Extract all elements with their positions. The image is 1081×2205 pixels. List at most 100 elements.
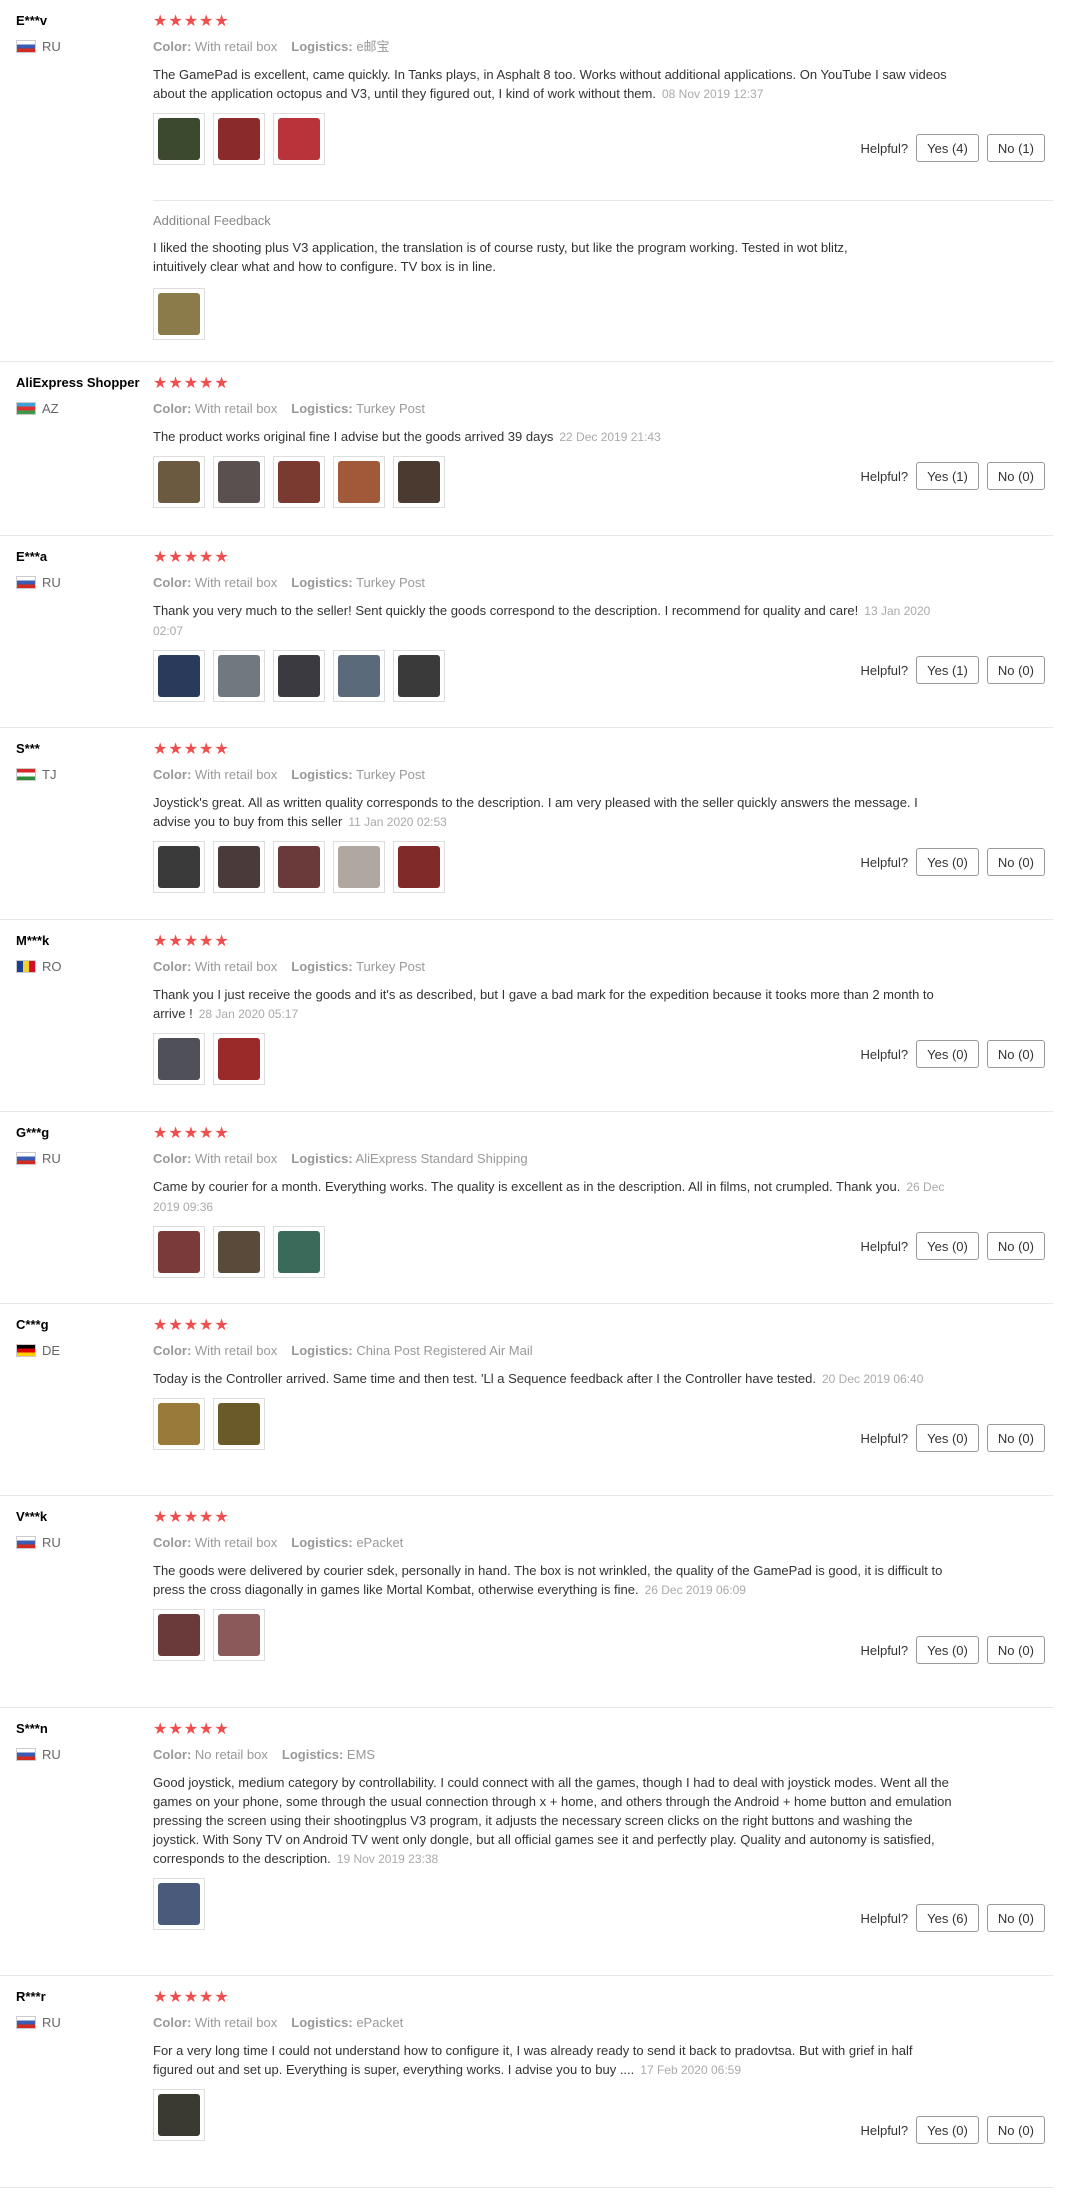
review-photo-thumbnail[interactable] (153, 1226, 205, 1278)
helpful-no-button[interactable]: No (0) (986, 1232, 1045, 1260)
country-flag-icon (16, 1344, 36, 1357)
helpful-yes-button[interactable]: Yes (0) (916, 1636, 979, 1664)
helpful-no-button[interactable]: No (0) (986, 1040, 1045, 1068)
color-label: Color: (153, 1535, 192, 1550)
review-photo-thumbnail[interactable] (393, 841, 445, 893)
helpful-no-button[interactable]: No (0) (986, 462, 1045, 490)
review-photo-thumbnail[interactable] (333, 841, 385, 893)
review-photo-thumbnail[interactable] (153, 841, 205, 893)
helpful-no-button[interactable]: No (0) (986, 656, 1045, 684)
review-photo-thumbnail[interactable] (213, 1609, 265, 1661)
review-photo-thumbnail[interactable] (333, 650, 385, 702)
helpful-no-button[interactable]: No (0) (986, 1424, 1045, 1452)
star-icon: ★ (168, 13, 184, 30)
helpful-yes-button[interactable]: Yes (6) (916, 1904, 979, 1932)
helpful-no-button[interactable]: No (1) (986, 134, 1045, 162)
logistics-value: Turkey Post (356, 767, 425, 782)
helpful-yes-button[interactable]: Yes (0) (916, 1424, 979, 1452)
helpful-yes-button[interactable]: Yes (0) (916, 1232, 979, 1260)
review-body: Joystick's great. All as written quality… (153, 795, 918, 829)
review-card: S*** TJ ★★★★★ Color: With retail box Logisti… (0, 728, 1053, 920)
star-icon: ★ (183, 13, 200, 30)
helpful-label: Helpful? (860, 854, 909, 870)
review-photo-thumbnail[interactable] (153, 1398, 205, 1450)
reviewer-country: RO (16, 959, 156, 974)
helpful-controls: Helpful? Yes (0) No (0) (860, 1040, 1045, 1068)
color-value: With retail box (194, 1151, 278, 1166)
review-content: ★★★★★ Color: No retail box Logistics: EMS G… (153, 1720, 1033, 1930)
star-icon: ★ (214, 1317, 230, 1334)
review-date: 08 Nov 2019 12:37 (661, 87, 764, 101)
review-photo-thumbnail[interactable] (153, 650, 205, 702)
helpful-no-button[interactable]: No (0) (986, 848, 1045, 876)
star-icon: ★ (183, 1509, 200, 1526)
reviewer-name: R***r (16, 1989, 46, 2004)
review-photo-thumbnail[interactable] (153, 1878, 205, 1930)
review-photo-thumbnail[interactable] (153, 2089, 205, 2141)
star-icon: ★ (153, 549, 169, 566)
review-body: The product works original fine I advise… (153, 429, 554, 444)
review-photo-thumbnail[interactable] (273, 456, 325, 508)
logistics-label: Logistics: (281, 1747, 344, 1762)
helpful-yes-button[interactable]: Yes (1) (916, 656, 979, 684)
review-photo-thumbnail[interactable] (273, 841, 325, 893)
review-photo-thumbnail[interactable] (393, 456, 445, 508)
review-date: 28 Jan 2020 05:17 (198, 1007, 299, 1021)
helpful-no-button[interactable]: No (0) (986, 1636, 1045, 1664)
review-photo-thumbnail[interactable] (153, 113, 205, 165)
review-photo-thumbnail[interactable] (153, 288, 205, 340)
review-photo-thumbnail[interactable] (213, 841, 265, 893)
additional-feedback-text: I liked the shooting plus V3 application… (153, 240, 848, 274)
star-icon: ★ (199, 1989, 215, 2006)
review-text: Thank you very much to the seller! Sent … (153, 601, 953, 641)
logistics-label: Logistics: (291, 1151, 353, 1166)
reviewer-name: AliExpress Shopper (16, 375, 140, 390)
helpful-yes-button[interactable]: Yes (0) (916, 2116, 979, 2144)
review-text: The GamePad is excellent, came quickly. … (153, 65, 953, 104)
helpful-yes-button[interactable]: Yes (0) (916, 1040, 979, 1068)
review-photo-thumbnail[interactable] (393, 650, 445, 702)
review-photo-thumbnail[interactable] (213, 456, 265, 508)
star-icon: ★ (183, 549, 200, 566)
review-body: Today is the Controller arrived. Same ti… (153, 1371, 816, 1386)
reviewer-country: RU (16, 2015, 156, 2030)
logistics-label: Logistics: (291, 959, 353, 974)
review-card: AliExpress Shopper AZ ★★★★★ Color: With ret… (0, 362, 1053, 536)
star-icon: ★ (214, 549, 230, 566)
review-photo-thumbnail[interactable] (213, 650, 265, 702)
review-photo-thumbnail[interactable] (273, 113, 325, 165)
review-meta: Color: With retail box Logistics: e邮宝 (153, 38, 1033, 56)
review-photo-thumbnail[interactable] (273, 1226, 325, 1278)
star-icon: ★ (168, 1721, 184, 1738)
helpful-no-button[interactable]: No (0) (986, 2116, 1045, 2144)
review-photo-thumbnail[interactable] (153, 1609, 205, 1661)
star-rating: ★★★★★ (153, 1316, 1033, 1336)
reviewer-info: E***v RU (16, 12, 156, 54)
reviewer-info: G***g RU (16, 1124, 156, 1166)
review-meta: Color: With retail box Logistics: ePacket (153, 1534, 1033, 1552)
review-photo-thumbnail[interactable] (153, 1033, 205, 1085)
star-icon: ★ (199, 1317, 215, 1334)
additional-feedback-title: Additional Feedback (153, 213, 271, 228)
star-rating: ★★★★★ (153, 740, 1033, 760)
reviewer-info: S*** TJ (16, 740, 156, 782)
review-photo-thumbnail[interactable] (213, 1033, 265, 1085)
review-photo-thumbnail[interactable] (273, 650, 325, 702)
helpful-controls: Helpful? Yes (4) No (1) (860, 134, 1045, 162)
helpful-yes-button[interactable]: Yes (4) (916, 134, 979, 162)
helpful-yes-button[interactable]: Yes (1) (916, 462, 979, 490)
star-icon: ★ (214, 1989, 230, 2006)
review-photo-thumbnail[interactable] (213, 113, 265, 165)
helpful-yes-button[interactable]: Yes (0) (916, 848, 979, 876)
review-photo-thumbnail[interactable] (333, 456, 385, 508)
review-photo-thumbnail[interactable] (213, 1226, 265, 1278)
reviewer-info: AliExpress Shopper AZ (16, 374, 156, 416)
color-label: Color: (153, 39, 192, 54)
review-photo-thumbnail[interactable] (153, 456, 205, 508)
logistics-value: AliExpress Standard Shipping (355, 1151, 528, 1166)
review-meta: Color: With retail box Logistics: AliExpr… (153, 1150, 1033, 1168)
review-meta: Color: With retail box Logistics: ePacket (153, 2014, 1033, 2032)
helpful-controls: Helpful? Yes (1) No (0) (860, 462, 1045, 490)
helpful-no-button[interactable]: No (0) (986, 1904, 1045, 1932)
review-photo-thumbnail[interactable] (213, 1398, 265, 1450)
